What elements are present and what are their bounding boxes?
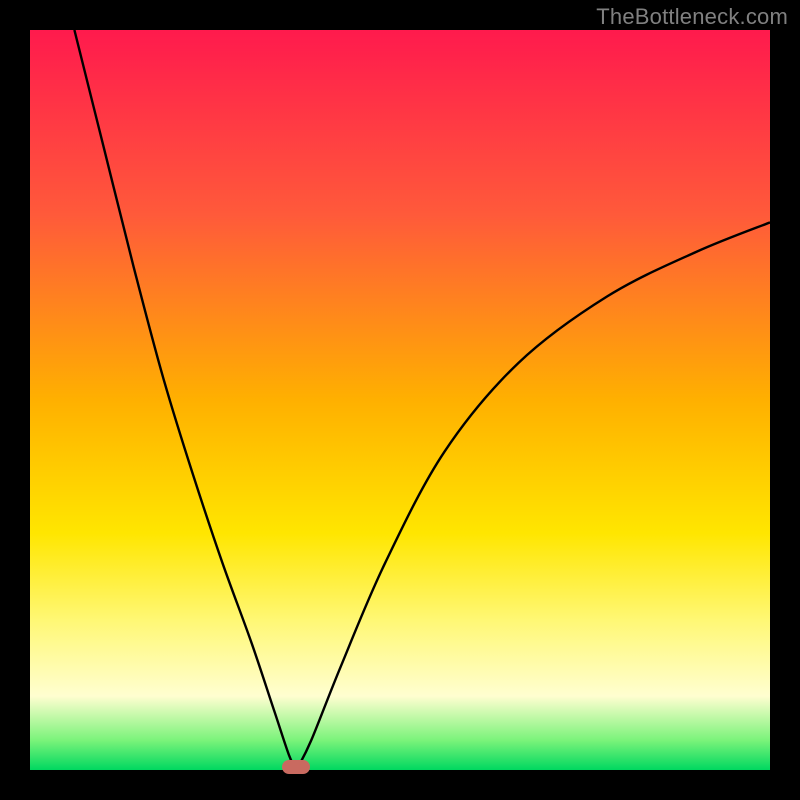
plot-area bbox=[30, 30, 770, 770]
bottleneck-curve bbox=[30, 30, 770, 770]
chart-frame: TheBottleneck.com bbox=[0, 0, 800, 800]
notch-marker bbox=[282, 760, 310, 774]
watermark-text: TheBottleneck.com bbox=[596, 4, 788, 30]
